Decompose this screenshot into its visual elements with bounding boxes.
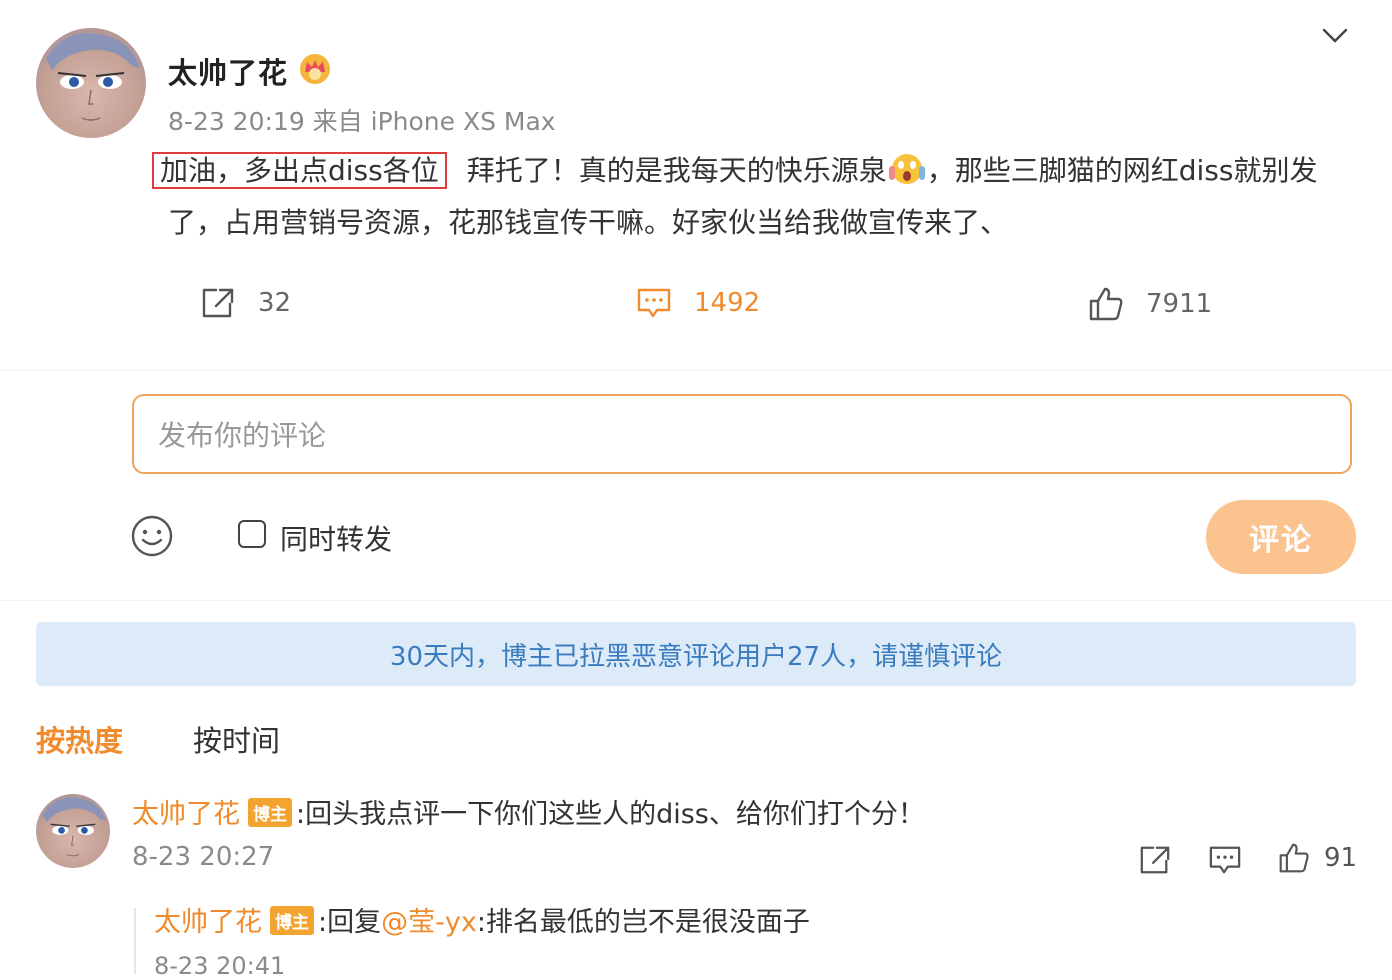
post-meta: 8-23 20:19 来自 iPhone XS Max — [168, 107, 556, 136]
comment-count: 1492 — [694, 288, 761, 318]
submit-comment-button[interactable]: 评论 — [1206, 500, 1356, 574]
divider — [0, 370, 1392, 371]
comment-share-button[interactable] — [1138, 844, 1172, 880]
share-button[interactable]: 32 — [200, 286, 291, 320]
blogger-badge: 博主 — [270, 906, 314, 935]
share-icon — [202, 288, 234, 318]
comment-author-avatar[interactable] — [36, 794, 110, 868]
scream-emoji-icon — [887, 150, 927, 186]
reply-content: 太帅了花 博主:回复@莹-yx:排名最低的岂不是很没面子 — [154, 900, 810, 939]
reply-thread-line — [134, 908, 136, 974]
comment-icon — [1209, 846, 1241, 874]
comment-content: 太帅了花 博主:回头我点评一下你们这些人的diss、给你们打个分！ — [132, 792, 925, 831]
comment-button[interactable]: 1492 — [636, 286, 760, 320]
comment-icon — [637, 288, 671, 318]
post-author-name[interactable]: 太帅了花 — [168, 50, 288, 92]
divider — [0, 600, 1392, 601]
reply-time: 8-23 20:41 — [154, 952, 286, 980]
comment-like-count: 91 — [1324, 843, 1358, 873]
tab-sort-time[interactable]: 按时间 — [193, 718, 280, 760]
share-count: 32 — [258, 288, 292, 318]
repost-label[interactable]: 同时转发 — [280, 518, 392, 558]
comment-author-name[interactable]: 太帅了花 — [132, 799, 240, 830]
comment-text: :回头我点评一下你们这些人的diss、给你们打个分！ — [296, 799, 925, 830]
reply-prefix: :回复 — [318, 907, 382, 938]
share-icon — [1140, 846, 1170, 874]
comment-input-placeholder: 发布你的评论 — [158, 419, 327, 452]
avatar-image — [42, 797, 106, 857]
like-count: 7911 — [1146, 289, 1213, 319]
comment-input[interactable]: 发布你的评论 — [132, 394, 1352, 474]
post-author-avatar[interactable] — [36, 28, 146, 138]
comment-time: 8-23 20:27 — [132, 842, 275, 872]
blogger-badge: 博主 — [248, 798, 292, 827]
vip-crown-icon — [298, 52, 332, 86]
thumbs-up-icon — [1279, 843, 1309, 873]
highlighted-text: 加油，多出点diss各位 — [152, 152, 447, 189]
reply-text: :排名最低的岂不是很没面子 — [476, 907, 810, 938]
emoji-picker-icon[interactable] — [130, 514, 174, 558]
reply-mention-link[interactable]: @莹-yx — [381, 907, 477, 938]
moderation-notice: 30天内，博主已拉黑恶意评论用户27人，请谨慎评论 — [36, 622, 1356, 686]
post-text: 加油，多出点diss各位 拜托了！真的是我每天的快乐源泉 ，那些三脚猫的网红diss… — [152, 145, 1348, 249]
repost-checkbox[interactable] — [238, 520, 266, 548]
avatar-image — [46, 33, 140, 121]
tab-sort-hot[interactable]: 按热度 — [36, 718, 123, 760]
post-text-part1: 拜托了！真的是我每天的快乐源泉 — [466, 154, 887, 187]
thumbs-up-icon — [1089, 287, 1123, 321]
comment-like-button[interactable]: 91 — [1278, 842, 1357, 874]
chevron-down-icon[interactable] — [1320, 24, 1350, 48]
like-button[interactable]: 7911 — [1088, 286, 1212, 322]
reply-author-name[interactable]: 太帅了花 — [154, 907, 262, 938]
comment-reply-button[interactable] — [1208, 844, 1242, 880]
